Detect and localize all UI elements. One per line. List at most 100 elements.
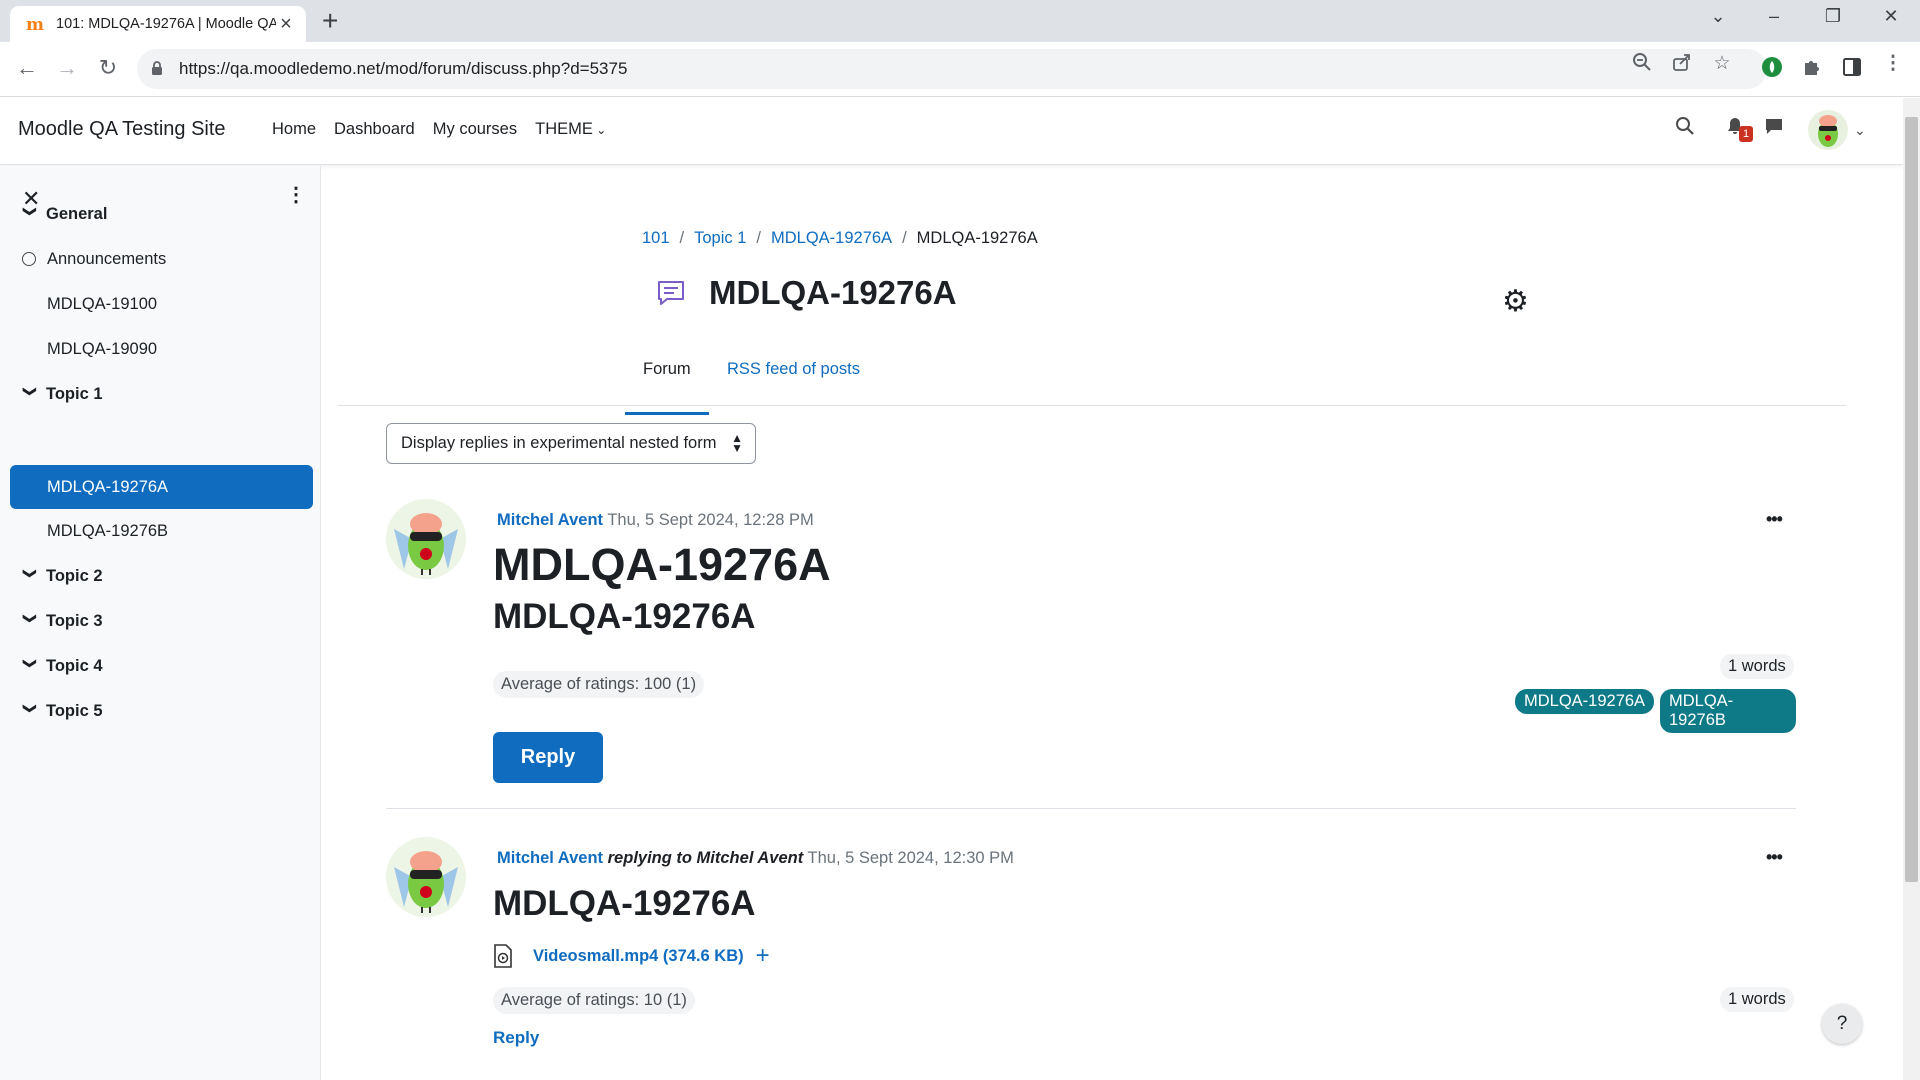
tab-rss-feed[interactable]: RSS feed of posts: [727, 360, 860, 379]
index-section-label: Topic 4: [46, 656, 103, 675]
post-subject: MDLQA-19276A: [493, 884, 756, 923]
browser-tab[interactable]: m 101: MDLQA-19276A | Moodle QA ×: [10, 6, 306, 42]
post-byline: Mitchel Avent Thu, 5 Sept 2024, 12:28 PM: [497, 511, 814, 530]
reply-link[interactable]: Reply: [493, 1028, 539, 1048]
page-scrollbar-thumb[interactable]: [1905, 117, 1918, 882]
nav-dashboard[interactable]: Dashboard: [334, 120, 415, 139]
address-bar[interactable]: https://qa.moodledemo.net/mod/forum/disc…: [137, 49, 1767, 89]
add-attachment-plus-icon[interactable]: +: [756, 944, 770, 968]
breadcrumb-separator: /: [902, 229, 907, 247]
index-section-topic-5[interactable]: ❯ Topic 5: [0, 689, 321, 733]
close-tab-icon[interactable]: ×: [276, 13, 296, 36]
user-avatar[interactable]: [1808, 108, 1848, 154]
breadcrumb-current: MDLQA-19276A: [916, 229, 1038, 247]
author-avatar[interactable]: [386, 837, 466, 917]
course-index-drawer: ✕ ⋮ ❯ General Announcements MDLQA-19100 …: [0, 166, 321, 1080]
index-section-label: Topic 5: [46, 701, 103, 720]
index-item-mdlqa-19100[interactable]: MDLQA-19100: [0, 282, 321, 326]
video-file-icon: [493, 944, 515, 968]
attachment-link[interactable]: Videosmall.mp4 (374.6 KB): [533, 947, 744, 966]
index-item-label: MDLQA-19100: [47, 294, 158, 313]
post-divider: [386, 808, 1796, 809]
new-tab-icon[interactable]: +: [322, 7, 338, 35]
extensions-puzzle-icon[interactable]: [1801, 56, 1825, 80]
chevron-down-icon[interactable]: ❯: [22, 703, 38, 719]
chevron-down-icon[interactable]: ❯: [22, 206, 38, 222]
breadcrumb-forum[interactable]: MDLQA-19276A: [771, 229, 892, 248]
url-text: https://qa.moodledemo.net/mod/forum/disc…: [179, 59, 628, 78]
index-section-general[interactable]: ❯ General: [0, 192, 321, 236]
primary-navigation: Home Dashboard My courses THEME: [272, 120, 606, 139]
forward-icon[interactable]: →: [52, 55, 82, 81]
nav-theme-dropdown[interactable]: THEME: [535, 120, 606, 139]
reload-icon[interactable]: ↻: [93, 55, 123, 81]
browser-toolbar: ← → ↻ https://qa.moodledemo.net/mod/foru…: [0, 42, 1920, 97]
chevron-down-icon[interactable]: ❯: [22, 568, 38, 584]
browser-tabstrip: m 101: MDLQA-19276A | Moodle QA × + ⌄ – …: [0, 0, 1920, 42]
reply-button[interactable]: Reply: [493, 732, 603, 783]
site-name[interactable]: Moodle QA Testing Site: [18, 118, 226, 141]
select-arrows-icon: ▲ ▼: [731, 431, 743, 455]
tab-forum[interactable]: Forum: [625, 360, 709, 415]
chevron-down-icon[interactable]: ❯: [22, 386, 38, 402]
index-item-mdlqa-19276b[interactable]: MDLQA-19276B: [0, 509, 321, 553]
lock-icon: [151, 60, 167, 78]
bookmark-star-icon[interactable]: ☆: [1708, 52, 1736, 75]
side-panel-icon[interactable]: [1841, 56, 1865, 80]
index-section-topic-3[interactable]: ❯ Topic 3: [0, 599, 321, 643]
post-byline: Mitchel Avent replying to Mitchel Avent …: [497, 849, 1014, 868]
chevron-down-icon[interactable]: ❯: [22, 658, 38, 674]
post-rating: Average of ratings: 10 (1): [493, 987, 695, 1014]
replying-to-text: replying to Mitchel Avent: [607, 849, 804, 867]
post-actions-menu-icon[interactable]: •••: [1766, 847, 1783, 868]
nav-my-courses[interactable]: My courses: [433, 120, 517, 139]
breadcrumb-section[interactable]: Topic 1: [694, 229, 746, 248]
breadcrumb-course[interactable]: 101: [642, 229, 670, 248]
display-mode-select[interactable]: Display replies in experimental nested f…: [386, 423, 756, 464]
index-item-label: MDLQA-19276A: [47, 477, 169, 496]
secondary-navigation: Forum RSS feed of posts: [338, 350, 1846, 415]
index-item-mdlqa-19276a[interactable]: MDLQA-19276A: [10, 465, 313, 509]
post-tag[interactable]: MDLQA-19276A: [1515, 689, 1655, 714]
forum-icon: [655, 277, 687, 309]
index-section-label: Topic 1: [46, 384, 103, 403]
author-name-link[interactable]: Mitchel Avent: [497, 511, 603, 529]
author-avatar[interactable]: [386, 499, 466, 579]
back-icon[interactable]: ←: [12, 55, 42, 81]
moodle-navbar: Moodle QA Testing Site Home Dashboard My…: [0, 98, 1903, 165]
share-icon[interactable]: [1668, 52, 1696, 78]
index-section-label: Topic 3: [46, 611, 103, 630]
post-tag[interactable]: MDLQA-19276B: [1660, 689, 1796, 733]
user-menu-chevron-icon[interactable]: ⌄: [1854, 122, 1866, 139]
post-body-heading: MDLQA-19276A: [493, 597, 756, 636]
forum-post: Mitchel Avent Thu, 5 Sept 2024, 12:28 PM…: [386, 499, 1796, 799]
browser-tab-title: 101: MDLQA-19276A | Moodle QA: [56, 16, 276, 32]
help-button[interactable]: ?: [1822, 1004, 1862, 1044]
post-date: Thu, 5 Sept 2024, 12:30 PM: [807, 849, 1014, 867]
zoom-icon[interactable]: [1628, 52, 1656, 78]
close-window-icon[interactable]: ✕: [1876, 6, 1906, 27]
notification-count-badge: 1: [1739, 126, 1753, 142]
search-icon[interactable]: [1675, 116, 1695, 142]
extension-shield-icon[interactable]: [1761, 56, 1785, 80]
messages-icon[interactable]: [1764, 116, 1784, 142]
browser-menu-icon[interactable]: ⋮: [1879, 52, 1907, 75]
page-title: MDLQA-19276A: [709, 274, 957, 311]
chevron-down-icon[interactable]: ❯: [22, 613, 38, 629]
tab-search-chevron-icon[interactable]: ⌄: [1703, 6, 1733, 27]
page-header: MDLQA-19276A: [655, 274, 957, 312]
author-name-link[interactable]: Mitchel Avent: [497, 849, 603, 867]
post-date: Thu, 5 Sept 2024, 12:28 PM: [607, 511, 814, 529]
completion-circle-icon: [22, 252, 36, 266]
index-section-label: General: [46, 204, 108, 223]
settings-gear-icon[interactable]: ⚙: [1502, 284, 1529, 319]
index-item-mdlqa-19090[interactable]: MDLQA-19090: [0, 327, 321, 371]
index-section-topic-2[interactable]: ❯ Topic 2: [0, 554, 321, 598]
restore-icon[interactable]: ❐: [1818, 6, 1848, 27]
index-section-topic-4[interactable]: ❯ Topic 4: [0, 644, 321, 688]
post-actions-menu-icon[interactable]: •••: [1766, 509, 1783, 530]
index-section-topic-1[interactable]: ❯ Topic 1: [0, 372, 321, 416]
minimize-icon[interactable]: –: [1759, 6, 1789, 27]
index-item-announcements[interactable]: Announcements: [0, 237, 321, 281]
nav-home[interactable]: Home: [272, 120, 316, 139]
